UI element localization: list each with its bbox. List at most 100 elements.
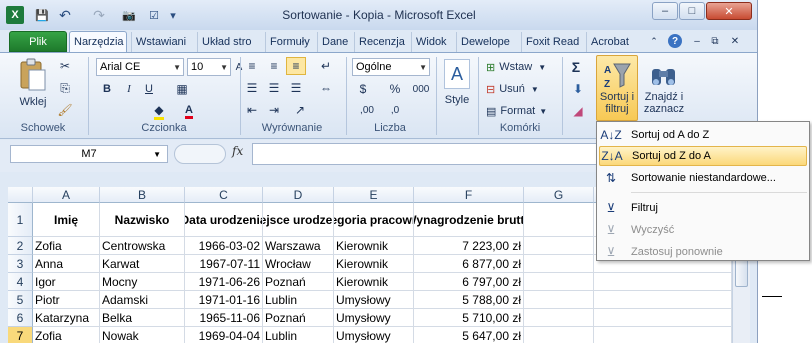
- cell-g7[interactable]: [524, 327, 594, 343]
- row-header-2[interactable]: 2: [8, 237, 33, 255]
- sort-filter-button[interactable]: AZ Sortuj i filtruj: [596, 55, 638, 121]
- header-cell-g[interactable]: [524, 203, 594, 237]
- grow-font-icon[interactable]: A: [234, 59, 244, 75]
- header-cell-c[interactable]: Data urodzenia: [185, 203, 263, 237]
- minimize-button[interactable]: –: [652, 2, 678, 20]
- cut-icon[interactable]: ✂: [58, 59, 72, 73]
- tab-home[interactable]: Narzędzia: [69, 31, 127, 52]
- menu-item-sort-az[interactable]: A↓Z Sortuj od A do Z: [599, 125, 807, 145]
- column-header-f[interactable]: F: [414, 187, 524, 203]
- cell-g3[interactable]: [524, 255, 594, 273]
- column-header-c[interactable]: C: [185, 187, 263, 203]
- tab-foxit-reader[interactable]: Foxit Read: [521, 32, 583, 52]
- cell-g2[interactable]: [524, 237, 594, 255]
- row-header-3[interactable]: 3: [8, 255, 33, 273]
- tab-developer[interactable]: Dewelope: [456, 32, 514, 52]
- merge-center-icon[interactable]: ⇔: [318, 81, 334, 95]
- cell-c7[interactable]: 1969-04-04: [185, 327, 263, 343]
- inner-restore-icon[interactable]: ⧉: [708, 34, 722, 48]
- cell-e3[interactable]: Kierownik: [334, 255, 414, 273]
- close-button[interactable]: ✕: [706, 2, 752, 20]
- copy-icon[interactable]: ⎘: [58, 81, 72, 95]
- tab-view[interactable]: Widok: [411, 32, 451, 52]
- row-header-5[interactable]: 5: [8, 291, 33, 309]
- paste-button[interactable]: Wklej: [10, 95, 56, 109]
- align-left-icon[interactable]: ☰: [244, 81, 260, 95]
- cell-f7[interactable]: 5 647,00 zł: [414, 327, 524, 343]
- row-header-4[interactable]: 4: [8, 273, 33, 291]
- percent-button[interactable]: %: [388, 81, 402, 97]
- cell-f6[interactable]: 5 710,00 zł: [414, 309, 524, 327]
- column-header-d[interactable]: D: [263, 187, 334, 203]
- minimize-ribbon-icon[interactable]: ⌃: [648, 35, 660, 47]
- cell-e7[interactable]: Umysłowy: [334, 327, 414, 343]
- italic-button[interactable]: I: [122, 81, 136, 97]
- cell-e6[interactable]: Umysłowy: [334, 309, 414, 327]
- menu-item-sort-za[interactable]: Z↓A Sortuj od Z do A: [599, 146, 807, 166]
- font-name-select[interactable]: Arial CE ▼: [96, 58, 184, 76]
- tab-data[interactable]: Dane: [317, 32, 352, 52]
- column-header-b[interactable]: B: [100, 187, 185, 203]
- cell-b4[interactable]: Mocny: [100, 273, 185, 291]
- cell-a6[interactable]: Katarzyna: [33, 309, 100, 327]
- header-cell-f[interactable]: Wynagrodzenie brutto: [414, 203, 524, 237]
- cell-c3[interactable]: 1967-07-11: [185, 255, 263, 273]
- find-select-button[interactable]: Znajdź i zaznacz: [640, 55, 688, 121]
- maximize-button[interactable]: □: [679, 2, 705, 20]
- cell-d4[interactable]: Poznań: [263, 273, 334, 291]
- tab-acrobat[interactable]: Acrobat: [586, 32, 633, 52]
- column-header-e[interactable]: E: [334, 187, 414, 203]
- header-cell-d[interactable]: Miejsce urodzenia: [263, 203, 334, 237]
- align-bottom-icon[interactable]: ≡: [286, 57, 306, 75]
- styles-button[interactable]: Style: [440, 93, 474, 107]
- cell-e2[interactable]: Kierownik: [334, 237, 414, 255]
- borders-icon[interactable]: ▦: [174, 81, 190, 97]
- cell-e4[interactable]: Kierownik: [334, 273, 414, 291]
- styles-icon[interactable]: A: [444, 59, 470, 89]
- cell-e5[interactable]: Umysłowy: [334, 291, 414, 309]
- tab-file[interactable]: Plik: [9, 31, 67, 52]
- cell-a3[interactable]: Anna: [33, 255, 100, 273]
- row-header-7[interactable]: 7: [8, 327, 33, 343]
- header-cell-a[interactable]: Imię: [33, 203, 100, 237]
- column-header-a[interactable]: A: [33, 187, 100, 203]
- format-painter-icon[interactable]: 🖌: [57, 103, 72, 117]
- increase-indent-icon[interactable]: ⇥: [266, 103, 282, 117]
- cell-g5[interactable]: [524, 291, 594, 309]
- tab-insert[interactable]: Wstawiani: [131, 32, 190, 52]
- cell-a4[interactable]: Igor: [33, 273, 100, 291]
- increase-decimal-button[interactable]: ,00: [356, 103, 378, 117]
- cell-a5[interactable]: Piotr: [33, 291, 100, 309]
- column-header-g[interactable]: G: [524, 187, 594, 203]
- cell-f2[interactable]: 7 223,00 zł: [414, 237, 524, 255]
- cell-g6[interactable]: [524, 309, 594, 327]
- tab-formulas[interactable]: Formuły: [265, 32, 314, 52]
- cell-c5[interactable]: 1971-01-16: [185, 291, 263, 309]
- cell-b2[interactable]: Centrowska: [100, 237, 185, 255]
- thousands-separator-button[interactable]: 000: [410, 81, 432, 97]
- row-header-1[interactable]: 1: [8, 203, 33, 237]
- header-cell-b[interactable]: Nazwisko: [100, 203, 185, 237]
- font-size-select[interactable]: 10 ▼: [187, 58, 231, 76]
- name-box[interactable]: M7 ▼: [10, 145, 168, 163]
- inner-minimize-icon[interactable]: –: [690, 34, 704, 48]
- align-center-icon[interactable]: ☰: [266, 81, 282, 95]
- align-middle-icon[interactable]: ≡: [266, 59, 282, 73]
- decrease-indent-icon[interactable]: ⇤: [244, 103, 260, 117]
- help-icon[interactable]: ?: [668, 34, 682, 48]
- clear-icon[interactable]: ◢: [568, 103, 588, 119]
- number-format-select[interactable]: Ogólne ▼: [352, 58, 430, 76]
- cell-h7[interactable]: [594, 327, 732, 343]
- cell-h5[interactable]: [594, 291, 732, 309]
- cell-a2[interactable]: Zofia: [33, 237, 100, 255]
- autosum-icon[interactable]: Σ: [566, 59, 586, 75]
- cell-h6[interactable]: [594, 309, 732, 327]
- delete-cells-button[interactable]: ⊟ Usuń ▼: [486, 81, 556, 97]
- header-cell-e[interactable]: Kategoria pracownika: [334, 203, 414, 237]
- fill-icon[interactable]: ⬇: [568, 81, 588, 97]
- bold-button[interactable]: B: [100, 81, 114, 97]
- insert-cells-button[interactable]: ⊞ Wstaw ▼: [486, 59, 556, 75]
- cell-b6[interactable]: Belka: [100, 309, 185, 327]
- wrap-text-icon[interactable]: ↵: [318, 59, 334, 73]
- cell-d7[interactable]: Lublin: [263, 327, 334, 343]
